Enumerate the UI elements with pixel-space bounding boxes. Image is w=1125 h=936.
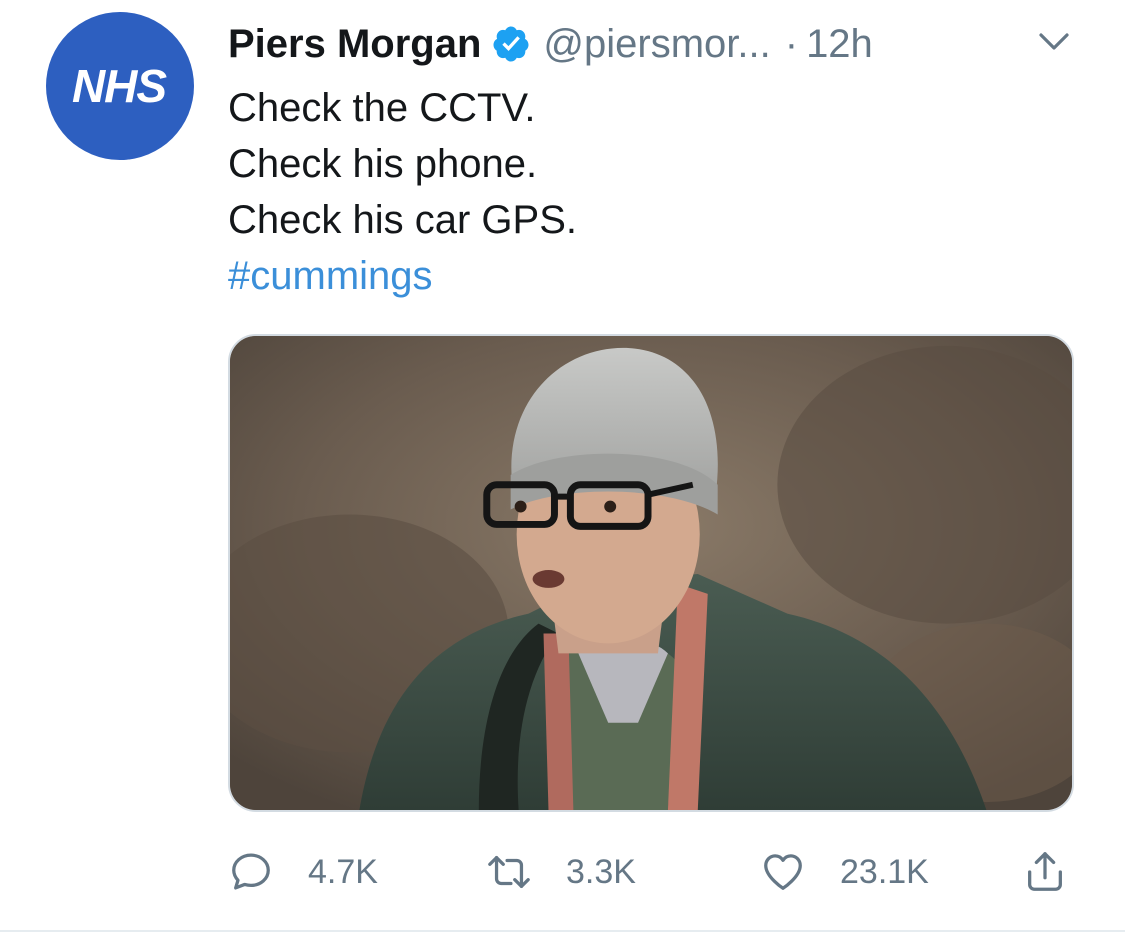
tweet-header: Piers Morgan @piersmor... · 12h — [228, 16, 873, 72]
verified-badge-icon — [493, 26, 529, 62]
tweet-line: Check his car GPS. — [228, 198, 578, 242]
photo-illustration — [230, 336, 1072, 810]
retweet-count: 3.3K — [566, 852, 636, 891]
tweet-body: Check the CCTV. Check his phone. Check h… — [228, 80, 577, 304]
chevron-down-icon[interactable] — [1036, 30, 1072, 54]
tweet-line: Check his phone. — [228, 142, 538, 186]
retweet-button[interactable]: 3.3K — [486, 842, 636, 902]
tweet-photo[interactable] — [228, 334, 1074, 812]
reply-icon — [232, 853, 270, 890]
retweet-icon — [488, 855, 530, 889]
separator-dot: · — [784, 21, 799, 66]
tweet-timestamp[interactable]: 12h — [806, 22, 873, 67]
like-button[interactable]: 23.1K — [760, 842, 929, 902]
author-handle[interactable]: @piersmor... — [543, 22, 770, 67]
heart-icon — [764, 854, 802, 890]
tweet-actions: 4.7K 3.3K 23.1K — [228, 842, 1088, 902]
reply-count: 4.7K — [308, 852, 378, 891]
tweet-line: Check the CCTV. — [228, 86, 536, 130]
share-icon — [1028, 852, 1062, 891]
bottom-divider — [0, 930, 1125, 932]
avatar[interactable]: NHS — [46, 12, 194, 160]
hashtag-link[interactable]: #cummings — [228, 248, 577, 304]
share-button[interactable] — [1022, 842, 1068, 902]
avatar-logo-text: NHS — [71, 60, 167, 112]
reply-button[interactable]: 4.7K — [228, 842, 378, 902]
like-count: 23.1K — [840, 852, 929, 891]
author-name[interactable]: Piers Morgan — [228, 22, 481, 67]
